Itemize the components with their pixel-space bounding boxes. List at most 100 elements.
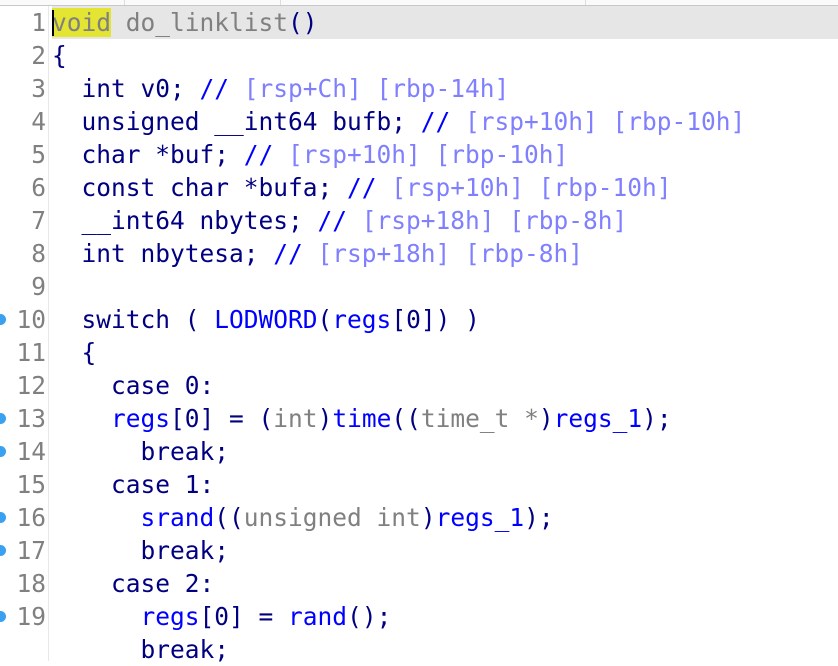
keyword-token bbox=[52, 404, 111, 433]
code-line[interactable]: 10 switch ( LODWORD(regs[0]) ) bbox=[0, 303, 838, 336]
code-text: int v0; // [rsp+Ch] [rbp-14h] bbox=[52, 72, 838, 105]
keyword-token: ); bbox=[642, 404, 672, 433]
identifier-token: LODWORD bbox=[214, 305, 318, 334]
comment-slashes: // bbox=[420, 107, 466, 136]
keyword-token: [0]) ) bbox=[391, 305, 480, 334]
tab-divider bbox=[585, 0, 586, 5]
keyword-token: char *buf; bbox=[52, 140, 244, 169]
line-number: 14 bbox=[16, 437, 46, 466]
keyword-token: ) bbox=[317, 404, 333, 433]
code-text: unsigned __int64 bufb; // [rsp+10h] [rbp… bbox=[52, 105, 838, 138]
code-line[interactable]: 18 case 2: bbox=[0, 567, 838, 600]
code-text: break; bbox=[52, 633, 838, 666]
keyword-token: ); bbox=[524, 503, 554, 532]
identifier-token: regs_1 bbox=[435, 503, 525, 532]
comment-slashes: // bbox=[199, 74, 244, 103]
keyword-token: int v0; bbox=[52, 74, 200, 103]
code-line[interactable]: 2{ bbox=[0, 39, 838, 72]
line-number: 13 bbox=[16, 404, 46, 433]
comment-token: [rsp+18h] [rbp-8h] bbox=[361, 206, 628, 235]
code-line[interactable]: 4 unsigned __int64 bufb; // [rsp+10h] [r… bbox=[0, 105, 838, 138]
code-line[interactable]: 9 bbox=[0, 270, 838, 303]
keyword-token: break; bbox=[52, 536, 230, 565]
line-number: 11 bbox=[16, 338, 46, 367]
code-line[interactable]: 16 srand((unsigned int)regs_1); bbox=[0, 501, 838, 534]
line-number: 16 bbox=[16, 503, 46, 532]
code-line[interactable]: 13 regs[0] = (int)time((time_t *)regs_1)… bbox=[0, 402, 838, 435]
code-line[interactable]: break; bbox=[0, 633, 838, 666]
line-number: 3 bbox=[31, 74, 46, 103]
line-number: 9 bbox=[31, 272, 46, 301]
tab-divider bbox=[280, 0, 281, 5]
keyword-token: { bbox=[52, 41, 67, 70]
line-number: 5 bbox=[31, 140, 46, 169]
code-text: __int64 nbytes; // [rsp+18h] [rbp-8h] bbox=[52, 204, 838, 237]
pseudocode-view[interactable]: 1 void do_linklist() 2{3 int v0; // [rsp+C… bbox=[0, 6, 838, 666]
code-line[interactable]: 8 int nbytesa; // [rsp+18h] [rbp-8h] bbox=[0, 237, 838, 270]
keyword-token: (( bbox=[214, 503, 244, 532]
code-line[interactable]: 19 regs[0] = rand(); bbox=[0, 600, 838, 633]
keyword-token: int nbytesa; bbox=[52, 239, 274, 268]
code-line[interactable]: 15 case 1: bbox=[0, 468, 838, 501]
identifier-token: regs bbox=[140, 602, 200, 631]
keyword-token: case 0: bbox=[52, 371, 215, 400]
code-line[interactable]: 1 void do_linklist() bbox=[0, 6, 838, 39]
code-text: const char *bufa; // [rsp+10h] [rbp-10h] bbox=[52, 171, 838, 204]
keyword-token: break; bbox=[52, 437, 230, 466]
tab-divider bbox=[124, 0, 125, 5]
keyword-token: case 2: bbox=[52, 569, 215, 598]
code-text: regs[0] = (int)time((time_t *)regs_1); bbox=[52, 402, 838, 435]
type-token: int bbox=[273, 404, 318, 433]
line-number: 18 bbox=[16, 569, 46, 598]
line-number: 4 bbox=[31, 107, 46, 136]
code-line[interactable]: 3 int v0; // [rsp+Ch] [rbp-14h] bbox=[0, 72, 838, 105]
type-token: unsigned int bbox=[243, 503, 421, 532]
comment-token: [rsp+10h] [rbp-10h] bbox=[465, 107, 746, 136]
comment-slashes: // bbox=[273, 239, 318, 268]
identifier-token: srand bbox=[140, 503, 215, 532]
identifier-token: time bbox=[332, 404, 392, 433]
keyword-token: [0] = bbox=[199, 602, 289, 631]
code-text: srand((unsigned int)regs_1); bbox=[52, 501, 838, 534]
code-line[interactable]: 7 __int64 nbytes; // [rsp+18h] [rbp-8h] bbox=[0, 204, 838, 237]
code-text: char *buf; // [rsp+10h] [rbp-10h] bbox=[52, 138, 838, 171]
highlighted-token: void bbox=[52, 8, 112, 37]
code-text: break; bbox=[52, 435, 838, 468]
keyword-token: case 1: bbox=[52, 470, 215, 499]
code-line[interactable]: 14 break; bbox=[0, 435, 838, 468]
function-name: do_linklist bbox=[111, 8, 289, 37]
line-number: 19 bbox=[16, 602, 46, 631]
line-number: 10 bbox=[16, 305, 46, 334]
line-number: 2 bbox=[31, 41, 46, 70]
code-line[interactable]: 12 case 0: bbox=[0, 369, 838, 402]
line-number: 12 bbox=[16, 371, 46, 400]
line-number: 1 bbox=[31, 8, 46, 37]
code-line[interactable]: 6 const char *bufa; // [rsp+10h] [rbp-10… bbox=[0, 171, 838, 204]
keyword-token: break; bbox=[52, 635, 230, 664]
code-text: case 2: bbox=[52, 567, 838, 600]
comment-slashes: // bbox=[347, 173, 392, 202]
code-line[interactable]: 5 char *buf; // [rsp+10h] [rbp-10h] bbox=[0, 138, 838, 171]
code-text: break; bbox=[52, 534, 838, 567]
comment-token: [rsp+10h] [rbp-10h] bbox=[391, 173, 672, 202]
keyword-token: ) bbox=[538, 404, 554, 433]
code-line[interactable]: 11 { bbox=[0, 336, 838, 369]
code-line[interactable]: 17 break; bbox=[0, 534, 838, 567]
identifier-token: regs bbox=[111, 404, 171, 433]
code-text: int nbytesa; // [rsp+18h] [rbp-8h] bbox=[52, 237, 838, 270]
keyword-token: { bbox=[52, 338, 97, 367]
code-text: case 0: bbox=[52, 369, 838, 402]
keyword-token: const char *bufa; bbox=[52, 173, 348, 202]
comment-token: [rsp+10h] [rbp-10h] bbox=[288, 140, 569, 169]
keyword-token: (( bbox=[391, 404, 421, 433]
comment-slashes: // bbox=[317, 206, 362, 235]
identifier-token: rand bbox=[288, 602, 348, 631]
identifier-token: regs bbox=[332, 305, 392, 334]
keyword-token: ) bbox=[420, 503, 436, 532]
keyword-token: [0] = ( bbox=[170, 404, 274, 433]
line-number: 6 bbox=[31, 173, 46, 202]
keyword-token bbox=[52, 602, 141, 631]
comment-slashes: // bbox=[243, 140, 289, 169]
keyword-token: (); bbox=[347, 602, 392, 631]
keyword-token: __int64 nbytes; bbox=[52, 206, 318, 235]
